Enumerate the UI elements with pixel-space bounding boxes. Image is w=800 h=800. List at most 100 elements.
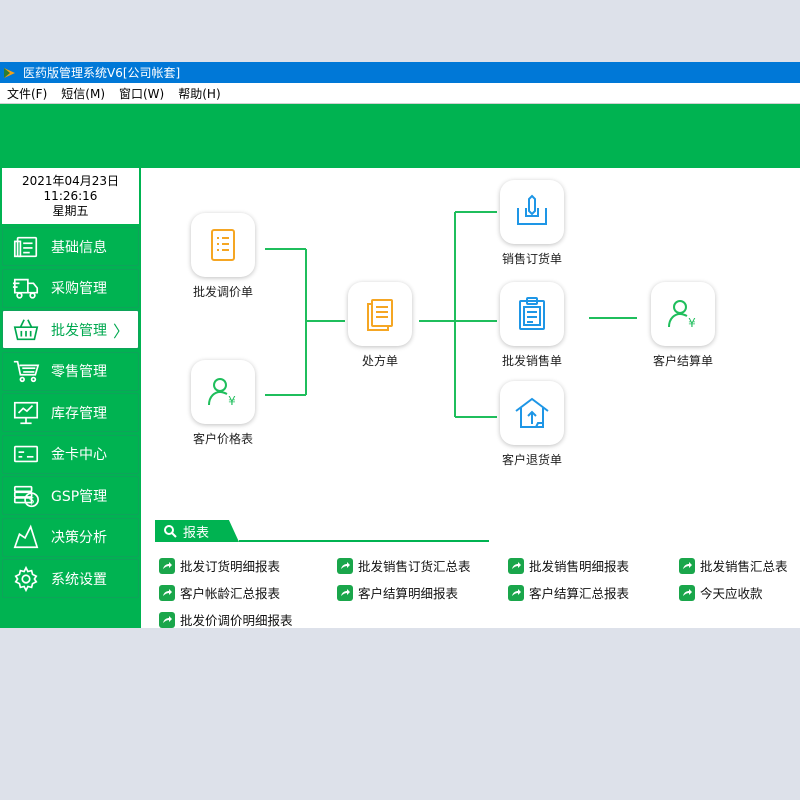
share-arrow-icon <box>508 584 524 601</box>
report-link-label: 批发销售订货汇总表 <box>358 559 471 574</box>
report-link[interactable]: 今天应收款 <box>679 583 800 602</box>
flow-node-label: 客户价格表 <box>192 432 253 446</box>
report-link-label: 客户结算明细报表 <box>358 586 459 601</box>
report-link-label: 批发价调价明细报表 <box>180 613 293 628</box>
sidebar-item-wholesale[interactable]: 批发管理 〉 <box>2 310 139 349</box>
sidebar-item-settings[interactable]: 系统设置 <box>2 559 139 598</box>
report-link[interactable]: 批发销售明细报表 <box>508 556 679 575</box>
report-row: 批发价调价明细报表 <box>159 606 800 633</box>
sidebar-item-label: 基础信息 <box>51 239 107 256</box>
menu-sms[interactable]: 短信(M) <box>54 85 112 102</box>
flow-node-label: 批发调价单 <box>192 285 253 299</box>
report-links: 批发订货明细报表 批发销售订货汇总表 批发销售明细报表 批发销售汇总表 客户帐龄… <box>159 552 800 633</box>
customer-yen-icon: ¥ <box>208 378 236 408</box>
report-link[interactable]: 客户帐龄汇总报表 <box>159 583 337 602</box>
clock-time: 11:26:16 <box>43 188 98 203</box>
report-row: 批发订货明细报表 批发销售订货汇总表 批发销售明细报表 批发销售汇总表 <box>159 552 800 579</box>
report-link-label: 批发订货明细报表 <box>180 559 281 574</box>
share-arrow-icon <box>159 557 175 574</box>
sidebar-item-label: 系统设置 <box>51 571 107 588</box>
flow-node-customer-settle[interactable]: ¥ 客户结算单 <box>643 282 723 369</box>
cart-icon <box>11 356 41 386</box>
flow-node-label: 销售订货单 <box>501 252 562 266</box>
report-link[interactable]: 客户结算汇总报表 <box>508 583 679 602</box>
report-link-label: 客户结算汇总报表 <box>529 586 630 601</box>
clock-weekday: 星期五 <box>52 203 89 218</box>
report-link[interactable]: 批发销售订货汇总表 <box>337 556 508 575</box>
menu-window[interactable]: 窗口(W) <box>112 85 171 102</box>
svg-text:¥: ¥ <box>688 316 696 330</box>
report-title: 报表 <box>183 525 210 541</box>
share-arrow-icon <box>679 557 695 574</box>
report-link[interactable]: 批发订货明细报表 <box>159 556 337 575</box>
sidebar-item-gold-card[interactable]: 金卡中心 <box>2 434 139 474</box>
report-tab: 报表 <box>155 520 239 542</box>
report-link-label: 今天应收款 <box>700 586 763 601</box>
sidebar-item-purchase[interactable]: 采购管理 <box>2 268 139 308</box>
sidebar-item-label: 库存管理 <box>51 405 107 422</box>
sidebar-item-label: 决策分析 <box>51 530 107 546</box>
flow-node-label: 批发销售单 <box>501 354 562 368</box>
card-icon <box>11 439 41 469</box>
flow-node-customer-price[interactable]: ¥ 客户价格表 <box>183 360 263 447</box>
report-link[interactable]: 客户结算明细报表 <box>337 583 508 602</box>
sidebar-item-label: 采购管理 <box>51 281 107 297</box>
sidebar-item-label: GSP管理 <box>51 488 108 505</box>
flow-node-label: 客户结算单 <box>652 354 713 368</box>
basket-icon <box>11 315 41 345</box>
share-arrow-icon <box>679 584 695 601</box>
window-title: 医药版管理系统V6[公司帐套] <box>23 66 181 80</box>
report-row: 客户帐龄汇总报表 客户结算明细报表 客户结算汇总报表 今天应收款 <box>159 579 800 606</box>
report-link-label: 客户帐龄汇总报表 <box>180 586 281 601</box>
chart-icon <box>11 522 41 552</box>
sidebar-item-analysis[interactable]: 决策分析 <box>2 517 139 557</box>
report-link-label: 批发销售明细报表 <box>529 559 630 574</box>
sidebar-item-inventory[interactable]: 库存管理 <box>2 393 139 432</box>
main-panel: 批发调价单 ¥ 客户价格表 处方单 销售订货单 批发销售单 客户退货单 ¥ 客户… <box>141 168 800 628</box>
sidebar: 2021年04月23日 11:26:16 星期五 基础信息 采购管理 批发管理 … <box>0 168 141 628</box>
flow-node-label: 处方单 <box>361 354 398 368</box>
app-logo-icon <box>4 67 15 78</box>
flow-node-wholesale-sales[interactable]: 批发销售单 <box>492 282 572 369</box>
clipboard-icon <box>519 297 545 330</box>
chevron-right-icon: 〉 <box>113 321 130 341</box>
gear-icon <box>11 564 41 594</box>
flow-node-label: 客户退货单 <box>501 453 562 467</box>
search-icon <box>164 525 177 538</box>
sidebar-item-basic-info[interactable]: 基础信息 <box>2 227 139 266</box>
sidebar-item-label: 零售管理 <box>51 364 107 380</box>
share-arrow-icon <box>159 584 175 601</box>
share-arrow-icon <box>337 557 353 574</box>
sidebar-item-gsp[interactable]: $ GSP管理 <box>2 476 139 515</box>
flow-node-wholesale-price[interactable]: 批发调价单 <box>183 213 263 300</box>
svg-text:¥: ¥ <box>228 394 236 408</box>
order-tray-icon <box>517 194 547 225</box>
info-card-icon <box>11 232 41 262</box>
return-house-icon <box>515 397 549 428</box>
menu-bar: 文件(F) 短信(M) 窗口(W) 帮助(H) <box>0 83 800 104</box>
divider <box>239 520 489 542</box>
truck-icon <box>11 273 41 303</box>
share-arrow-icon <box>159 611 175 628</box>
sidebar-item-label: 金卡中心 <box>51 447 107 463</box>
flow-node-customer-return[interactable]: 客户退货单 <box>492 381 572 468</box>
coin-icon: $ <box>11 481 41 511</box>
menu-file[interactable]: 文件(F) <box>0 85 54 102</box>
header-banner <box>0 104 800 168</box>
svg-text:$: $ <box>29 495 35 506</box>
sidebar-nav: 基础信息 采购管理 批发管理 〉 零售管理 库存管理 金卡中心 $ GSP管理 … <box>2 227 139 601</box>
menu-help[interactable]: 帮助(H) <box>171 85 227 102</box>
report-link[interactable]: 批发销售汇总表 <box>679 556 800 575</box>
flow-node-sales-order[interactable]: 销售订货单 <box>492 180 572 267</box>
clock-panel: 2021年04月23日 11:26:16 星期五 <box>2 168 139 224</box>
share-arrow-icon <box>337 584 353 601</box>
flow-node-prescription[interactable]: 处方单 <box>340 282 420 369</box>
sidebar-item-label: 批发管理 <box>51 322 107 339</box>
report-header: 报表 <box>155 520 489 542</box>
price-list-icon <box>211 229 235 261</box>
report-link-label: 批发销售汇总表 <box>700 559 788 574</box>
document-stack-icon <box>367 299 393 331</box>
sidebar-item-retail[interactable]: 零售管理 <box>2 351 139 391</box>
report-link[interactable]: 批发价调价明细报表 <box>159 610 337 629</box>
title-bar: 医药版管理系统V6[公司帐套] <box>0 62 800 83</box>
